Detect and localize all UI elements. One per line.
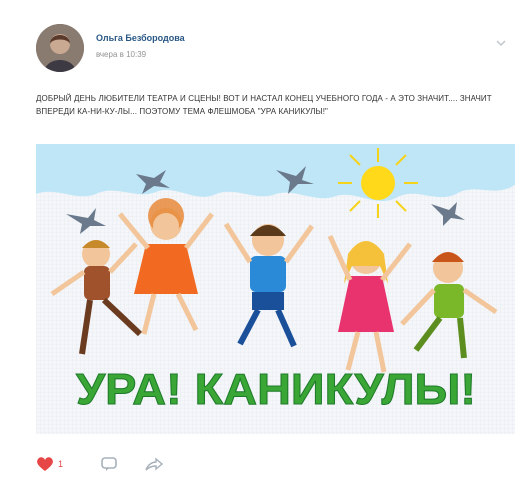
post-timestamp[interactable]: вчера в 10:39 [96,50,146,59]
post-text: ДОБРЫЙ ДЕНЬ ЛЮБИТЕЛИ ТЕАТРА И СЦЕНЫ! ВОТ… [36,94,492,116]
heart-icon [37,457,53,471]
like-button[interactable]: 1 [36,452,63,476]
post-card: Ольга Безбородова вчера в 10:39 ДОБРЫЙ Д… [0,0,515,480]
comment-icon [101,457,117,471]
author-name[interactable]: Ольга Безбородова [96,33,185,43]
avatar[interactable] [36,24,84,72]
share-icon [145,457,164,471]
share-button[interactable] [144,452,164,476]
comment-button[interactable] [100,452,118,476]
like-count: 1 [58,459,64,469]
post-image[interactable]: УРА! КАНИКУЛЫ! [36,144,515,434]
banner-title: УРА! КАНИКУЛЫ! [76,365,476,414]
post-actions: 1 [36,452,236,476]
chevron-down-icon[interactable] [496,38,506,48]
